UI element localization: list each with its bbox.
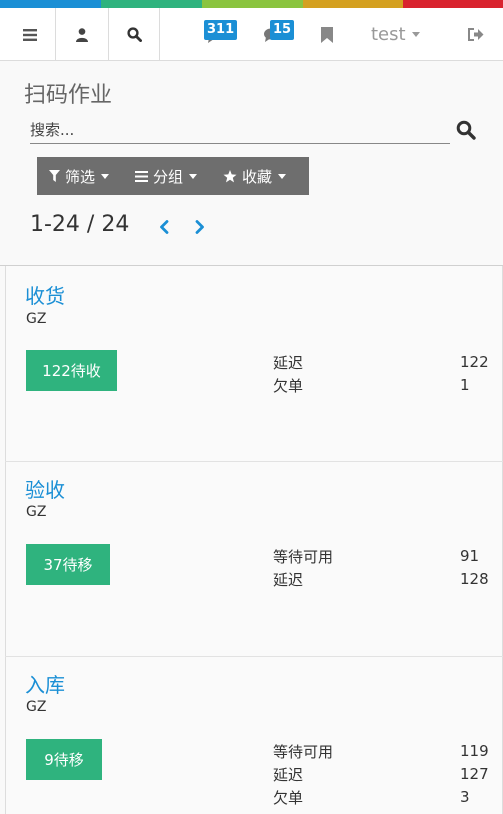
user-name: test <box>371 24 406 45</box>
pager-next-button[interactable] <box>191 217 209 237</box>
stat-label[interactable]: 延迟 <box>273 352 303 373</box>
color-segment <box>403 0 503 8</box>
stat-value: 3 <box>460 788 470 806</box>
card-warehouse: GZ <box>26 504 47 520</box>
chevron-right-icon <box>195 220 204 234</box>
card-title[interactable]: 收货 <box>25 280 65 309</box>
list-icon <box>135 170 149 182</box>
logout-icon <box>467 28 483 41</box>
logout-button[interactable] <box>458 8 492 61</box>
filter-label: 筛选 <box>65 167 96 186</box>
chevron-down-icon <box>189 173 198 179</box>
menu-icon <box>23 28 37 41</box>
card-warehouse: GZ <box>26 311 47 327</box>
activities-badge: 15 <box>270 20 295 40</box>
bookmark-icon <box>321 26 333 43</box>
brand-color-bar <box>0 0 503 8</box>
stat-label[interactable]: 欠单 <box>273 787 303 808</box>
search-icon <box>456 120 476 140</box>
card-action-button[interactable]: 9待移 <box>26 739 102 780</box>
card-warehouse: GZ <box>26 699 47 715</box>
group-label: 分组 <box>153 167 184 186</box>
stat-label[interactable]: 延迟 <box>273 764 303 785</box>
star-icon <box>223 169 237 183</box>
stat-value: 127 <box>460 765 489 783</box>
favorites-label: 收藏 <box>242 167 273 186</box>
search-submit-button[interactable] <box>456 120 478 142</box>
search-icon <box>126 27 142 42</box>
page-title: 扫码作业 <box>24 83 113 108</box>
top-navbar: 311 15 <box>0 8 503 61</box>
search-input[interactable] <box>30 117 450 144</box>
color-segment <box>202 0 303 8</box>
pager-value: 1-24 / 24 <box>30 212 130 237</box>
kanban-card[interactable] <box>5 657 503 814</box>
stat-value: 1 <box>460 376 470 394</box>
chevron-left-icon <box>160 220 169 234</box>
group-dropdown-button[interactable]: 分组 <box>109 157 198 195</box>
chevron-down-icon <box>411 32 420 37</box>
user-dropdown[interactable]: test <box>371 8 420 61</box>
card-action-button[interactable]: 37待移 <box>26 544 110 585</box>
color-segment <box>0 0 101 8</box>
nav-search-button[interactable] <box>109 8 159 61</box>
stat-value: 119 <box>460 742 489 760</box>
user-icon <box>76 27 88 42</box>
color-segment <box>303 0 403 8</box>
bookmark-button[interactable] <box>310 8 344 61</box>
messages-badge: 311 <box>204 20 238 40</box>
stat-value: 122 <box>460 353 489 371</box>
nav-divider <box>159 8 160 61</box>
stat-label[interactable]: 等待可用 <box>273 546 333 567</box>
stat-label[interactable]: 欠单 <box>273 375 303 396</box>
card-title[interactable]: 入库 <box>25 669 65 698</box>
pager-previous-button[interactable] <box>155 217 173 237</box>
stat-value: 128 <box>460 570 489 588</box>
filter-icon <box>49 170 60 182</box>
stat-label[interactable]: 延迟 <box>273 569 303 590</box>
search-options-bar: 筛选 分组 收藏 <box>37 157 309 195</box>
favorites-dropdown-button[interactable]: 收藏 <box>197 157 287 195</box>
card-title[interactable]: 验收 <box>25 474 65 503</box>
chevron-down-icon <box>101 173 110 179</box>
chevron-down-icon <box>278 173 287 179</box>
stat-label[interactable]: 等待可用 <box>273 741 333 762</box>
stat-value: 91 <box>460 547 480 565</box>
menu-button[interactable] <box>5 8 55 61</box>
user-menu-button[interactable] <box>56 8 108 61</box>
filter-dropdown-button[interactable]: 筛选 <box>37 157 110 195</box>
card-action-button[interactable]: 122待收 <box>26 350 117 391</box>
color-segment <box>101 0 202 8</box>
